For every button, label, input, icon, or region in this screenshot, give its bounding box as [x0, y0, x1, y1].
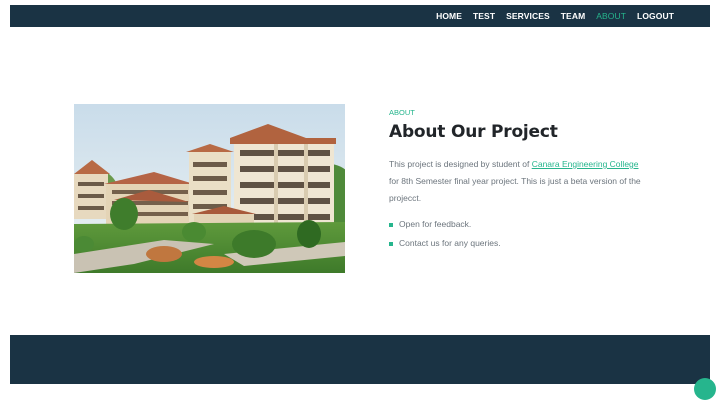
nav-home[interactable]: HOME — [436, 11, 462, 21]
project-description: This project is designed by student of C… — [389, 156, 649, 207]
list-item: Open for feedback. — [389, 215, 649, 234]
page-title: About Our Project — [389, 122, 558, 142]
nav-about[interactable]: ABOUT — [596, 11, 626, 21]
footer — [10, 335, 710, 384]
nav-menu: HOME TEST SERVICES TEAM ABOUT LOGOUT — [436, 5, 674, 27]
feature-list: Open for feedback. Contact us for any qu… — [389, 215, 649, 253]
college-campus-image — [74, 104, 345, 273]
back-to-top-button[interactable] — [694, 378, 716, 400]
description-text-end: for 8th Semester final year project. Thi… — [389, 176, 641, 203]
nav-team[interactable]: TEAM — [561, 11, 585, 21]
list-item: Contact us for any queries. — [389, 234, 649, 253]
about-section: ABOUT About Our Project This project is … — [389, 108, 649, 253]
navbar: HOME TEST SERVICES TEAM ABOUT LOGOUT — [10, 5, 710, 27]
bullet-icon — [389, 222, 393, 227]
college-link[interactable]: Canara Engineering College — [532, 159, 639, 169]
bullet-icon — [389, 241, 393, 246]
section-eyebrow: ABOUT — [389, 108, 415, 117]
description-text: This project is designed by student of — [389, 159, 532, 169]
nav-services[interactable]: SERVICES — [506, 11, 550, 21]
nav-test[interactable]: TEST — [473, 11, 495, 21]
list-item-text: Open for feedback. — [399, 219, 472, 229]
nav-logout[interactable]: LOGOUT — [637, 11, 674, 21]
list-item-text: Contact us for any queries. — [399, 238, 501, 248]
